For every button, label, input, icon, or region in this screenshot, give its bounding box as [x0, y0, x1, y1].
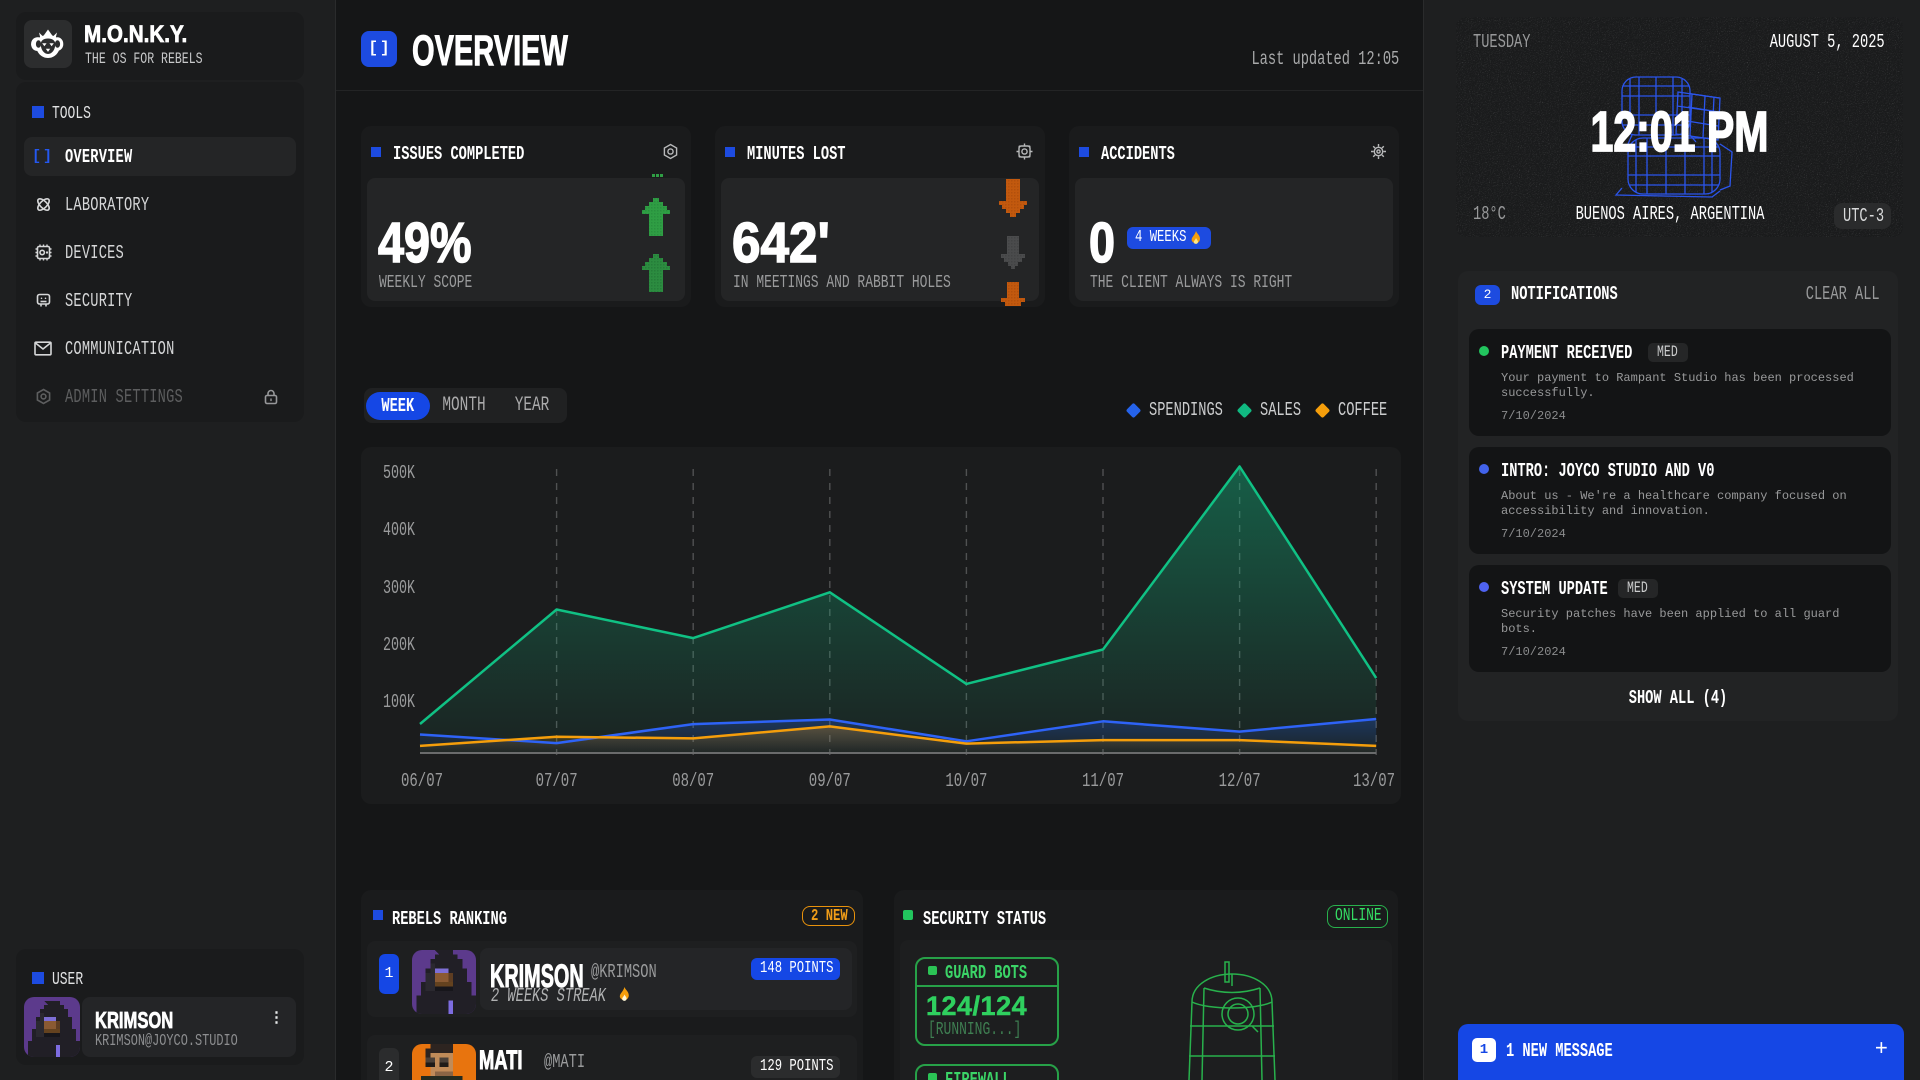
- svg-text:06/07: 06/07: [401, 770, 443, 792]
- svg-text:13/07: 13/07: [1353, 770, 1395, 792]
- svg-text:11/07: 11/07: [1082, 770, 1124, 792]
- svg-text:200K: 200K: [383, 634, 415, 656]
- svg-text:300K: 300K: [383, 577, 415, 599]
- svg-text:400K: 400K: [383, 519, 415, 541]
- svg-text:08/07: 08/07: [672, 770, 714, 792]
- svg-text:10/07: 10/07: [945, 770, 987, 792]
- svg-text:100K: 100K: [383, 691, 415, 713]
- svg-text:500K: 500K: [383, 462, 415, 484]
- svg-text:07/07: 07/07: [536, 770, 578, 792]
- svg-text:09/07: 09/07: [809, 770, 851, 792]
- svg-text:12/07: 12/07: [1219, 770, 1261, 792]
